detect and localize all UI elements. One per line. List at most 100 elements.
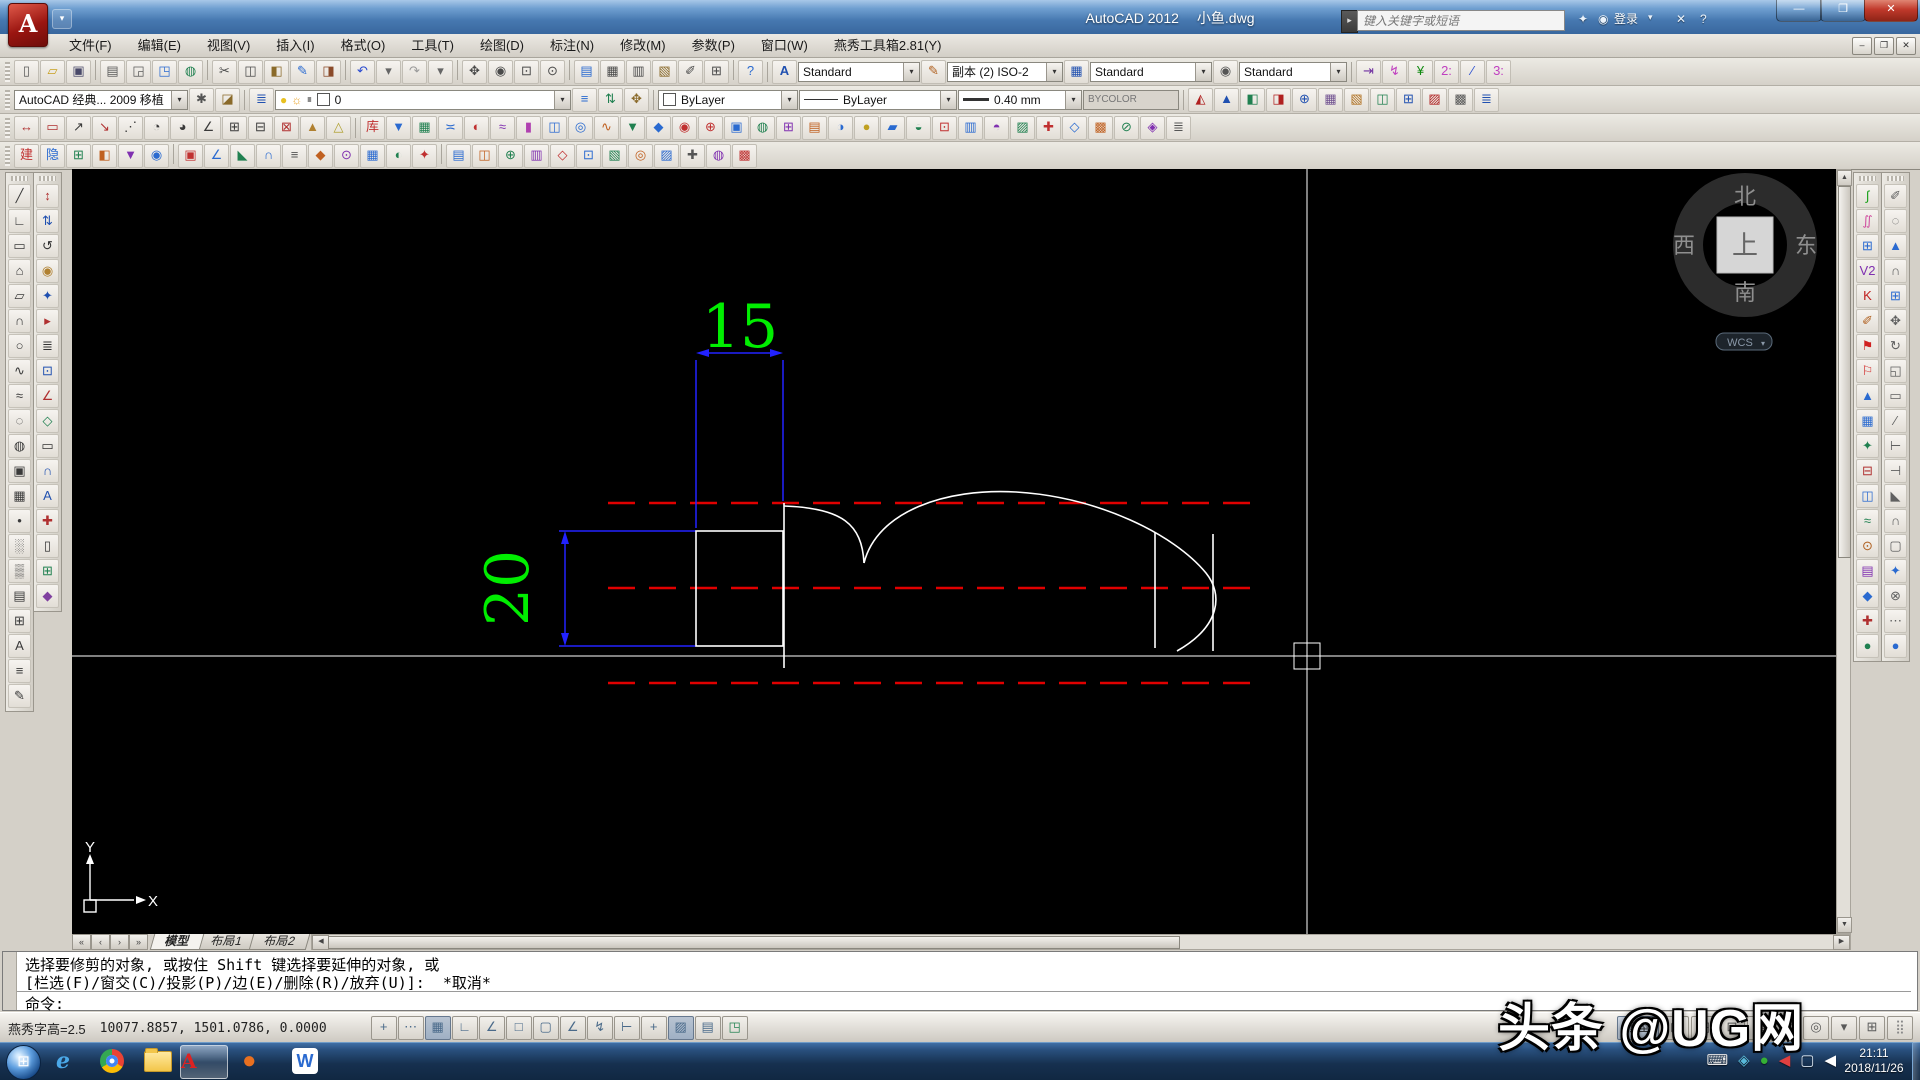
style-tool-icon[interactable]: ≣ [1474, 88, 1499, 112]
solid-tool-icon[interactable]: ◆ [36, 584, 59, 608]
menu-item[interactable]: 文件(F) [56, 35, 125, 57]
menu-item[interactable]: 修改(M) [607, 35, 679, 57]
sign-in-link[interactable]: 登录 [1614, 10, 1638, 27]
yanxiu-tool-icon[interactable]: ◉ [144, 144, 169, 168]
dim-tool-icon[interactable]: 2: [1434, 60, 1459, 84]
yanxiu-tool-icon[interactable]: ◆ [308, 144, 333, 168]
yanxiu-tool-icon[interactable]: ▦ [360, 144, 385, 168]
vertical-scrollbar[interactable]: ▲ ▼ [1836, 169, 1851, 934]
trim-icon[interactable]: ∕ [1884, 409, 1907, 433]
tab-nav-button[interactable]: › [110, 934, 129, 950]
v2-tool-icon[interactable]: V2 [1856, 259, 1879, 283]
xline-icon[interactable]: ∟ [8, 209, 31, 233]
viewcube-north[interactable]: 北 [1734, 184, 1756, 209]
markup-icon[interactable]: ✐ [678, 60, 703, 84]
yanxiu-tool-icon[interactable]: ◍ [750, 116, 775, 140]
yanxiu-tool-icon[interactable]: ✦ [412, 144, 437, 168]
block-array-icon[interactable]: ⊞ [1856, 234, 1879, 258]
color-combo[interactable]: ByLayer ▾ [658, 90, 798, 110]
menu-item[interactable]: 燕秀工具箱2.81(Y) [821, 35, 955, 57]
grid-display-toggle[interactable]: ▦ [425, 1016, 451, 1040]
layer-isolate-icon[interactable]: ✥ [624, 88, 649, 112]
yanxiu-tool-icon[interactable]: ◫ [472, 144, 497, 168]
yanxiu-tool-icon[interactable]: ◈ [1140, 116, 1165, 140]
menu-item[interactable]: 参数(P) [679, 35, 748, 57]
yanxiu-tool-icon[interactable]: ▼ [386, 116, 411, 140]
yanxiu-tool-icon[interactable]: ≈ [490, 116, 515, 140]
array-icon[interactable]: ⊞ [1884, 284, 1907, 308]
flag-tool-icon[interactable]: ⚑ [1856, 334, 1879, 358]
yanxiu-tool-icon[interactable]: ⊡ [576, 144, 601, 168]
join-icon[interactable]: ✦ [1884, 559, 1907, 583]
insert-block-icon[interactable]: ▣ [8, 459, 31, 483]
plus-tool-icon[interactable]: ✚ [1856, 609, 1879, 633]
chamfer-icon[interactable]: ◣ [1884, 484, 1907, 508]
menu-item[interactable]: 格式(O) [328, 35, 399, 57]
quick-access-caret-button[interactable]: ▾ [52, 9, 72, 29]
dim-tolerance-icon[interactable]: ▲ [300, 116, 325, 140]
tab-layout1[interactable]: 布局1 [196, 934, 257, 950]
command-window-grip[interactable] [3, 952, 17, 1010]
arc-tool-icon[interactable]: ∩ [36, 459, 59, 483]
scroll-down-button[interactable]: ▼ [1837, 917, 1852, 933]
yanxiu-tool-icon[interactable]: ◫ [542, 116, 567, 140]
yanxiu-tool-icon[interactable]: ▮ [516, 116, 541, 140]
lineweight-toggle[interactable]: + [641, 1016, 667, 1040]
copy-icon[interactable]: ◫ [238, 60, 263, 84]
yanxiu-tool-icon[interactable]: ▼ [118, 144, 143, 168]
yanxiu-tool-icon[interactable]: ● [854, 116, 879, 140]
transparency-toggle[interactable]: ▨ [668, 1016, 694, 1040]
wave-tool-icon[interactable]: ≈ [1856, 509, 1879, 533]
osnap-3d-toggle[interactable]: ▢ [533, 1016, 559, 1040]
paste-icon[interactable]: ◧ [264, 60, 289, 84]
redo-icon[interactable]: ↷ [402, 60, 427, 84]
polyline-icon[interactable]: ▭ [8, 234, 31, 258]
extend-icon[interactable]: ⊢ [1884, 434, 1907, 458]
yanxiu-tool-icon[interactable]: ⊕ [498, 144, 523, 168]
yanxiu-tool-icon[interactable]: ◆ [646, 116, 671, 140]
sheet-set-icon[interactable]: ▧ [652, 60, 677, 84]
text-tool-icon[interactable]: A [36, 484, 59, 508]
osnap-toggle[interactable]: □ [506, 1016, 532, 1040]
table-icon[interactable]: ⊞ [8, 609, 31, 633]
yanxiu-tool-icon[interactable]: ▣ [724, 116, 749, 140]
help-icon[interactable]: ? [738, 60, 763, 84]
pan-icon[interactable]: ✥ [462, 60, 487, 84]
polygon-icon[interactable]: ⌂ [8, 259, 31, 283]
zoom-previous-icon[interactable]: ⊙ [540, 60, 565, 84]
style-tool-icon[interactable]: ▩ [1448, 88, 1473, 112]
yanxiu-tool-icon[interactable]: ▩ [732, 144, 757, 168]
layer-lock-icon[interactable]: ∎ [306, 94, 312, 105]
text-icon[interactable]: ≡ [8, 659, 31, 683]
block-editor-icon[interactable]: ◨ [316, 60, 341, 84]
doc-minimize-button[interactable]: – [1852, 37, 1872, 55]
viewcube-top-label[interactable]: 上 [1732, 230, 1758, 260]
drawing-canvas[interactable]: 15 20 [72, 169, 1836, 934]
box-tool-icon[interactable]: ⊡ [36, 359, 59, 383]
diamond-tool-icon[interactable]: ◆ [1856, 584, 1879, 608]
style-tool-icon[interactable]: ▨ [1422, 88, 1447, 112]
add-tool-icon[interactable]: ✚ [36, 509, 59, 533]
yanxiu-tool-icon[interactable]: ◐ [386, 144, 411, 168]
yanxiu-tool-icon[interactable]: ◇ [1062, 116, 1087, 140]
plot-preview-icon[interactable]: ◲ [126, 60, 151, 84]
coordinate-display[interactable]: 10077.8857, 1501.0786, 0.0000 [100, 1021, 327, 1036]
yanxiu-tool-icon[interactable]: ∩ [256, 144, 281, 168]
undo-caret-icon[interactable]: ▾ [376, 60, 401, 84]
circle-tool-icon[interactable]: ⊙ [1856, 534, 1879, 558]
layer-color-swatch[interactable] [317, 93, 330, 106]
toolbar-grip[interactable] [5, 90, 10, 110]
infocenter-help-icon[interactable]: ? [1700, 12, 1707, 26]
plot-icon[interactable]: ▤ [100, 60, 125, 84]
dim-tool-icon[interactable]: ↯ [1382, 60, 1407, 84]
swap-tool-icon[interactable]: ⇅ [36, 209, 59, 233]
scroll-left-button[interactable]: ◀ [312, 935, 329, 950]
menu-item[interactable]: 标注(N) [537, 35, 607, 57]
erase-icon[interactable]: ✐ [1884, 184, 1907, 208]
copy-icon[interactable]: ◌ [1884, 209, 1907, 233]
panel-tool-icon[interactable]: ◫ [1856, 484, 1879, 508]
brush-tool-icon[interactable]: ✐ [1856, 309, 1879, 333]
yanxiu-tool-icon[interactable]: ▼ [620, 116, 645, 140]
yanxiu-tool-icon[interactable]: ▥ [524, 144, 549, 168]
viewcube-east[interactable]: 东 [1795, 233, 1817, 258]
